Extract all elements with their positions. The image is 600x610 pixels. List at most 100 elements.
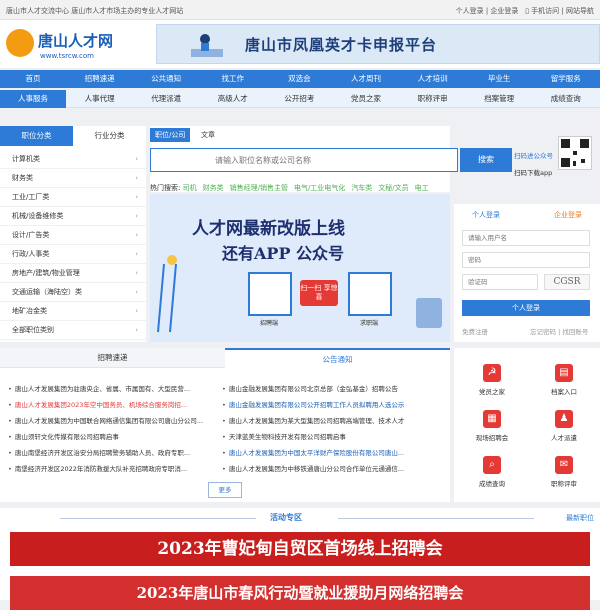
site-logo[interactable]: 唐山人才网 <box>38 30 113 51</box>
news-item[interactable]: • 唐山人才发展集团为驻唐央企、省属、市属国有、大型民营... <box>8 382 218 396</box>
tab-search-job[interactable]: 职位/公司 <box>150 128 191 142</box>
service-item[interactable]: ▦ 现场招聘会 <box>456 410 528 442</box>
register-link[interactable]: 免费注册 <box>462 326 488 336</box>
service-item[interactable]: ✉ 职称评审 <box>528 456 600 488</box>
subnav-item-8[interactable]: 成绩查询 <box>533 90 599 108</box>
nav-item-2[interactable]: 公共通知 <box>133 70 199 88</box>
announcement-item[interactable]: • 唐山金融发展集团有限公司北京总部（金弘基金）招聘公告 <box>222 382 446 396</box>
service-item[interactable]: ▤ 档案入口 <box>528 364 600 396</box>
subnav-item-1[interactable]: 人事代理 <box>67 90 133 108</box>
tab-recruit-express[interactable]: 招聘速递 <box>0 348 225 368</box>
category-item[interactable]: 全部职位类别 › <box>0 321 146 340</box>
hot-search-term[interactable]: 文秘/文员 <box>378 184 408 192</box>
nav-item-4[interactable]: 双选会 <box>266 70 332 88</box>
hot-search-term[interactable]: 电工 <box>415 184 429 192</box>
site-nav-link[interactable]: 网站导航 <box>566 7 594 15</box>
activity-banner-2[interactable]: 2023年唐山市春风行动暨就业援助月网络招聘会 <box>10 576 590 610</box>
latest-jobs-link[interactable]: 最新职位 <box>566 513 594 523</box>
category-item[interactable]: 机械/设备维修类 › <box>0 207 146 226</box>
subnav-item-6[interactable]: 职称评审 <box>400 90 466 108</box>
activity-banner-1[interactable]: 2023年曹妃甸自贸区首场线上招聘会 <box>10 532 590 566</box>
news-item[interactable]: • 唐山须轩文化传媒有限公司招聘启事 <box>8 430 218 444</box>
person-login-link[interactable]: 个人登录 <box>456 7 484 15</box>
category-item[interactable]: 设计/广告类 › <box>0 226 146 245</box>
search-input[interactable] <box>151 149 391 171</box>
news-item[interactable]: • 唐山人才发展集团为中国联合网络通信集团有限公司唐山分公司... <box>8 414 218 428</box>
company-login-link[interactable]: 企业登录 <box>490 7 518 15</box>
nav-item-1[interactable]: 招聘速递 <box>67 70 133 88</box>
category-item[interactable]: 房地产/建筑/物业管理 › <box>0 264 146 283</box>
hot-search-term[interactable]: 汽车类 <box>351 184 372 192</box>
password-field[interactable] <box>462 252 590 268</box>
nav-item-7[interactable]: 毕业生 <box>466 70 532 88</box>
bag-icon <box>416 298 442 328</box>
scan-button[interactable]: 扫一扫 享惊喜 <box>300 280 338 306</box>
announcement-item[interactable]: • 唐山金融发展集团有限公司公开招聘工作人员拟聘用人选公示 <box>222 398 446 412</box>
nav-item-0[interactable]: 首页 <box>0 70 66 88</box>
announcement-item[interactable]: • 唐山人才发展集团为中国太平洋财产保险股份有限公司唐山... <box>222 446 446 460</box>
search-button[interactable]: 搜索 <box>460 148 512 172</box>
chevron-right-icon: › <box>135 307 138 315</box>
qr-wechat-label[interactable]: 扫码进公众号 <box>514 150 553 160</box>
mobile-access-link[interactable]: 手机访问 <box>531 7 559 15</box>
nav-item-8[interactable]: 留学服务 <box>533 70 599 88</box>
tab-company-login[interactable]: 企业登录 <box>554 210 582 220</box>
category-label: 地矿冶金类 <box>12 307 47 315</box>
news-item[interactable]: • 唐山人才发展集团2023年空中国务员、机场综合服务岗招... <box>8 398 218 412</box>
score-query-icon: ⌕ <box>483 456 501 474</box>
sub-nav: 人事服务 人事代理 代理派遣 高级人才 公开招考 党员之家 职称评审 档案管理 成绩查询 <box>0 90 600 108</box>
hot-search-term[interactable]: 电气/工业电气化 <box>294 184 345 192</box>
captcha-field[interactable] <box>462 274 538 290</box>
subnav-item-4[interactable]: 公开招考 <box>266 90 332 108</box>
hot-search-term[interactable]: 财务类 <box>203 184 224 192</box>
news-item[interactable]: • 唐山南堡经济开发区治安分局招聘警务辅助人员、政府专职... <box>8 446 218 460</box>
announcement-item-text: 唐山金融发展集团有限公司公开招聘工作人员拟聘用人选公示 <box>228 401 405 409</box>
bullet-icon: • <box>8 385 12 393</box>
tab-announcements[interactable]: 公告通知 <box>225 348 450 368</box>
tab-search-article[interactable]: 文章 <box>196 128 220 142</box>
qr-recruit-label: 招聘端 <box>260 320 279 327</box>
news-panel: 招聘速递 公告通知 更多 • 唐山人才发展集团为驻唐央企、省属、市属国有、大型民营… <box>0 348 450 502</box>
chevron-right-icon: › <box>135 155 138 163</box>
tab-job-category[interactable]: 职位分类 <box>0 126 73 146</box>
tab-person-login[interactable]: 个人登录 <box>472 210 500 220</box>
header-banner[interactable]: 唐山市凤凰英才卡申报平台 <box>156 24 600 64</box>
category-item[interactable]: 地矿冶金类 › <box>0 302 146 321</box>
hot-search-term[interactable]: 司机 <box>183 184 197 192</box>
more-button[interactable]: 更多 <box>208 482 242 498</box>
nav-item-6[interactable]: 人才培训 <box>400 70 466 88</box>
announcement-item[interactable]: • 唐山人才发展集团为某大型集团公司招聘高端管理、技术人才 <box>222 414 446 428</box>
service-item[interactable]: ♟ 人才派遣 <box>528 410 600 442</box>
subnav-item-3[interactable]: 高级人才 <box>200 90 266 108</box>
qr-recruit-icon <box>248 272 292 316</box>
category-item[interactable]: 交通运输（海陆空）类 › <box>0 283 146 302</box>
subnav-item-5[interactable]: 党员之家 <box>333 90 399 108</box>
hot-search-term[interactable]: 销售经理/销售主管 <box>230 184 288 192</box>
news-item[interactable]: • 南堡经济开发区2022年消防救援大队补充招聘政府专职消... <box>8 462 218 476</box>
nav-item-5[interactable]: 人才周刊 <box>333 70 399 88</box>
forgot-password-link[interactable]: 忘记密码 | 找回账号 <box>530 326 588 336</box>
qr-app-label[interactable]: 扫码下载app <box>514 167 552 177</box>
category-item[interactable]: 财务类 › <box>0 169 146 188</box>
category-item[interactable]: 行政/人事类 › <box>0 245 146 264</box>
tab-industry-category[interactable]: 行业分类 <box>73 126 146 146</box>
logo-icon[interactable] <box>6 29 34 57</box>
promo-subtitle: 还有APP 公众号 <box>222 244 345 263</box>
subnav-item-7[interactable]: 档案管理 <box>466 90 532 108</box>
title-review-icon: ✉ <box>555 456 573 474</box>
announcement-item[interactable]: • 唐山人才发展集团为中移铁通唐山分公司合作单位元通通信... <box>222 462 446 476</box>
announcement-item[interactable]: • 天津蓝美生物科技开发有限公司招聘启事 <box>222 430 446 444</box>
nav-item-3[interactable]: 找工作 <box>200 70 266 88</box>
service-item[interactable]: ⌕ 成绩查询 <box>456 456 528 488</box>
category-item[interactable]: 计算机类 › <box>0 150 146 169</box>
chevron-right-icon: › <box>135 326 138 334</box>
username-field[interactable] <box>462 230 590 246</box>
subnav-item-0[interactable]: 人事服务 <box>0 90 66 108</box>
promo-banner[interactable]: 人才网最新改版上线 还有APP 公众号 扫一扫 享惊喜 招聘端 求职端 <box>150 194 450 342</box>
login-button[interactable]: 个人登录 <box>462 300 590 316</box>
category-item[interactable]: 工业/工厂类 › <box>0 188 146 207</box>
top-bar-slogan: 唐山市人才交流中心 唐山市人才市场主办的专业人才网站 <box>6 7 184 15</box>
subnav-item-2[interactable]: 代理派遣 <box>133 90 199 108</box>
service-item[interactable]: ☭ 党员之家 <box>456 364 528 396</box>
captcha-image[interactable]: CGSR <box>544 274 590 290</box>
